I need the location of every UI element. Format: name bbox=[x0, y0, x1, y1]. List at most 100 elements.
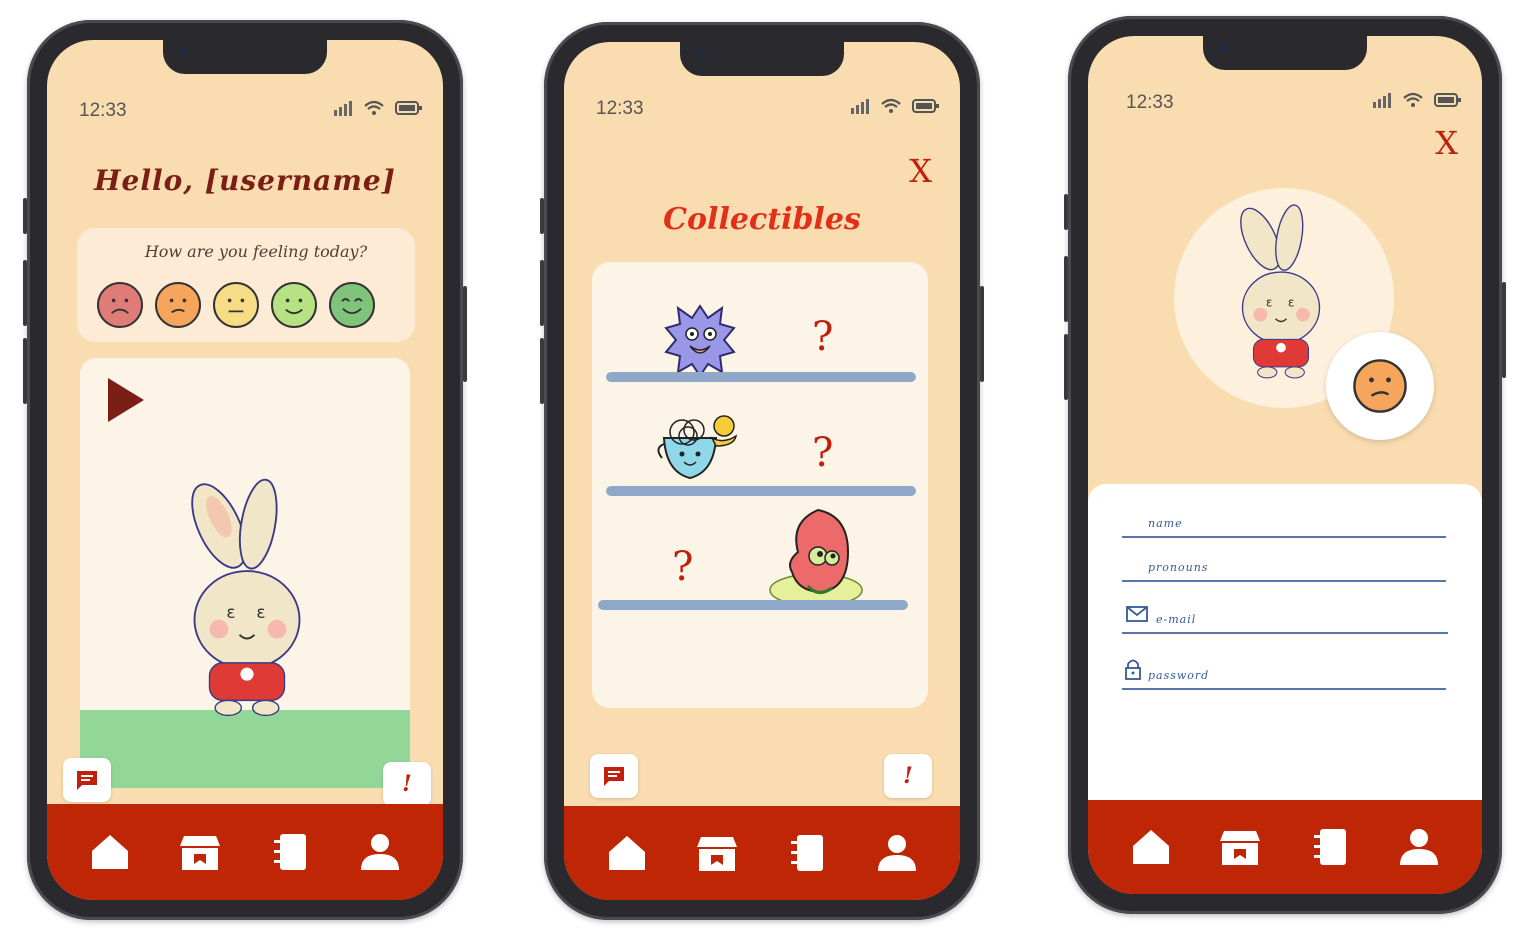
journal-icon bbox=[1313, 829, 1346, 865]
side-button bbox=[463, 286, 467, 382]
exclamation-icon: ! bbox=[903, 763, 913, 789]
svg-text:ɛ: ɛ bbox=[1288, 295, 1295, 309]
screen: 12:33 Hello, [username] How are you feel… bbox=[47, 40, 443, 900]
chat-icon bbox=[77, 771, 97, 790]
side-button bbox=[1064, 256, 1068, 322]
side-button bbox=[23, 260, 27, 326]
tab-home[interactable] bbox=[603, 829, 651, 877]
play-button[interactable] bbox=[108, 378, 144, 422]
side-button bbox=[1064, 334, 1068, 400]
signal-icon bbox=[1373, 93, 1391, 108]
mail-icon bbox=[1126, 606, 1148, 622]
tab-shop[interactable] bbox=[1216, 823, 1264, 871]
side-button bbox=[540, 260, 544, 326]
email-label: e-mail bbox=[1156, 613, 1197, 626]
tab-profile[interactable] bbox=[1395, 823, 1443, 871]
current-mood-badge[interactable] bbox=[1326, 332, 1434, 440]
name-label: name bbox=[1148, 517, 1183, 530]
signal-icon bbox=[334, 101, 352, 116]
shop-icon bbox=[1220, 831, 1261, 865]
mood-happy-button[interactable] bbox=[271, 282, 317, 328]
teacup-creature-collectible[interactable] bbox=[652, 412, 742, 486]
tab-bar bbox=[47, 804, 443, 900]
unknown-collectible-2[interactable]: ? bbox=[812, 430, 833, 476]
status-time: 12:33 bbox=[596, 98, 644, 119]
bunny-avatar: εɛ bbox=[1240, 204, 1321, 379]
mood-very-sad-button[interactable] bbox=[97, 282, 143, 328]
mood-very-happy-button[interactable] bbox=[329, 282, 375, 328]
screen: 12:33 X Collectibles ? ? ? ! bbox=[564, 42, 960, 900]
mood-neutral-button[interactable] bbox=[213, 282, 259, 328]
shelf-3 bbox=[598, 600, 908, 610]
svg-text:ε: ε bbox=[226, 602, 235, 622]
password-label: password bbox=[1148, 669, 1210, 682]
chat-button[interactable] bbox=[590, 754, 638, 798]
bunny-pet: ε ɛ bbox=[191, 478, 301, 717]
phone-profile: 12:33 X εɛ name pronouns e-mail password bbox=[1064, 16, 1506, 914]
lock-icon bbox=[1125, 659, 1141, 680]
pet-stage: ε ɛ bbox=[80, 358, 410, 788]
side-button bbox=[540, 338, 544, 404]
collectibles-panel: ? ? ? bbox=[592, 262, 928, 708]
side-button bbox=[980, 286, 984, 382]
tab-home[interactable] bbox=[1127, 823, 1175, 871]
greeting: Hello, [username] bbox=[94, 164, 396, 197]
mood-sad-button[interactable] bbox=[155, 282, 201, 328]
unknown-collectible-3[interactable]: ? bbox=[672, 544, 693, 590]
pronouns-label: pronouns bbox=[1148, 561, 1209, 574]
status-time: 12:33 bbox=[1126, 92, 1174, 113]
tab-profile[interactable] bbox=[873, 829, 921, 877]
spiky-monster-collectible[interactable] bbox=[664, 302, 736, 378]
phone-collectibles: 12:33 X Collectibles ? ? ? ! bbox=[540, 22, 984, 920]
password-field[interactable]: password bbox=[1122, 658, 1446, 690]
side-button bbox=[1064, 194, 1068, 230]
alert-button[interactable]: ! bbox=[383, 762, 431, 806]
status-icons bbox=[850, 98, 940, 114]
profile-icon bbox=[1400, 829, 1439, 865]
signal-icon bbox=[851, 99, 869, 114]
tab-bar bbox=[1088, 800, 1482, 894]
screen: 12:33 X εɛ name pronouns e-mail password bbox=[1088, 36, 1482, 894]
tab-shop[interactable] bbox=[693, 829, 741, 877]
chat-button[interactable] bbox=[63, 758, 111, 802]
wifi-icon bbox=[364, 100, 384, 115]
side-button bbox=[23, 338, 27, 404]
shop-icon bbox=[697, 837, 737, 871]
status-icons bbox=[1372, 92, 1462, 108]
tab-home[interactable] bbox=[86, 828, 134, 876]
notch bbox=[163, 40, 327, 74]
shelf-1 bbox=[606, 372, 916, 382]
name-field[interactable]: name bbox=[1122, 506, 1446, 538]
battery-icon bbox=[1434, 93, 1461, 107]
notch bbox=[680, 42, 844, 76]
home-icon bbox=[1132, 830, 1169, 864]
status-time: 12:33 bbox=[79, 100, 127, 121]
tab-profile[interactable] bbox=[356, 828, 404, 876]
collectibles-title: Collectibles bbox=[663, 202, 861, 237]
battery-icon bbox=[912, 99, 939, 113]
mood-question: How are you feeling today? bbox=[144, 242, 368, 261]
tab-journal[interactable] bbox=[783, 829, 831, 877]
tab-bar bbox=[564, 806, 960, 900]
side-button bbox=[540, 198, 544, 234]
pronouns-field[interactable]: pronouns bbox=[1122, 550, 1446, 582]
mood-sad-icon bbox=[1353, 359, 1407, 413]
wifi-icon bbox=[1403, 92, 1423, 107]
tab-journal[interactable] bbox=[266, 828, 314, 876]
close-button[interactable]: X bbox=[1435, 124, 1458, 162]
phone-home: 12:33 Hello, [username] How are you feel… bbox=[23, 20, 467, 920]
exclamation-icon: ! bbox=[402, 771, 412, 797]
strawberry-creature-collectible[interactable] bbox=[768, 502, 868, 612]
email-field[interactable]: e-mail bbox=[1122, 602, 1448, 634]
notch bbox=[1203, 36, 1367, 70]
close-button[interactable]: X bbox=[909, 152, 932, 190]
tab-shop[interactable] bbox=[176, 828, 224, 876]
unknown-collectible-1[interactable]: ? bbox=[812, 314, 833, 360]
alert-button[interactable]: ! bbox=[884, 754, 932, 798]
mood-card: How are you feeling today? bbox=[77, 228, 415, 342]
tab-journal[interactable] bbox=[1306, 823, 1354, 871]
profile-icon bbox=[361, 834, 399, 870]
home-icon bbox=[92, 835, 128, 869]
battery-icon bbox=[395, 101, 422, 115]
profile-icon bbox=[878, 835, 916, 871]
